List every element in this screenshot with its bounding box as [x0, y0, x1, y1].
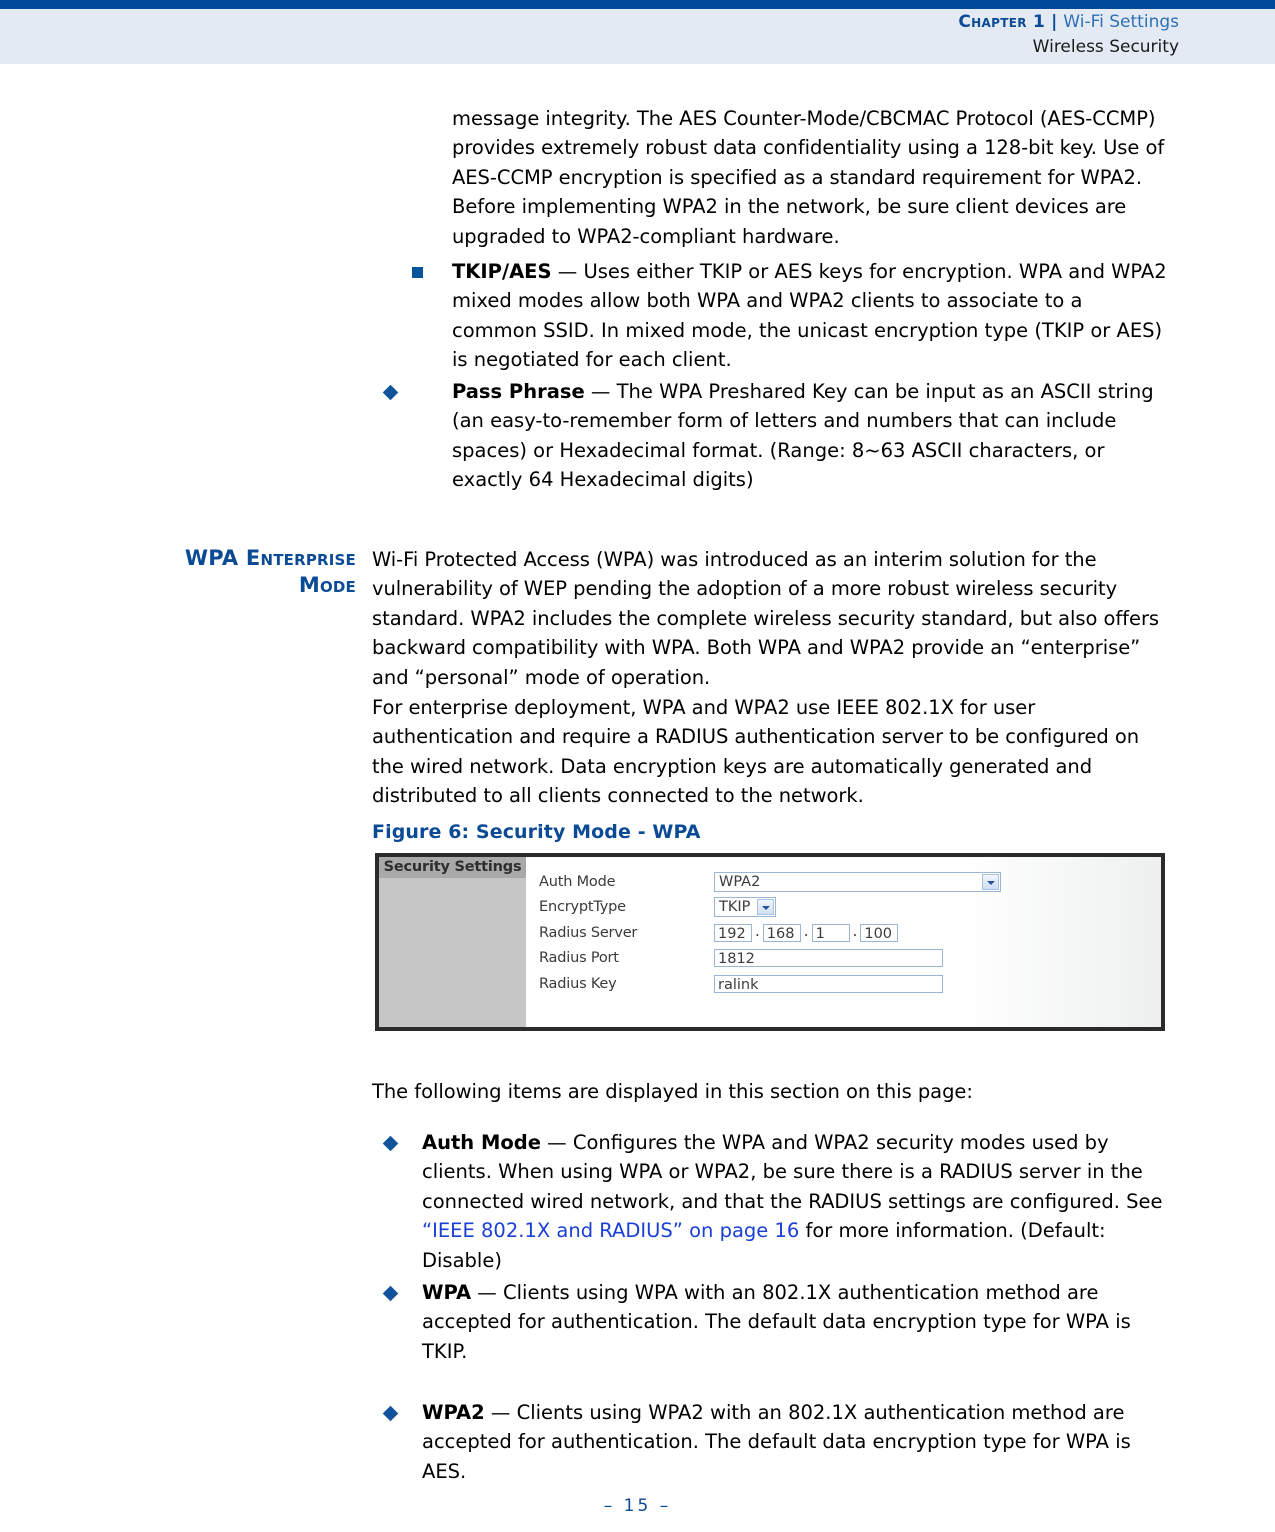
side-heading-wpa-enterprise-mode: WPA Enterprise Mode	[100, 545, 356, 599]
cross-reference-link-ieee-8021x-radius[interactable]: “IEEE 802.1X and RADIUS” on page 16	[422, 1219, 799, 1242]
diamond-bullet-icon	[382, 1405, 399, 1422]
page-number: – 15 –	[603, 1496, 672, 1516]
control-radius-port[interactable]: 1812	[714, 949, 943, 968]
radius-server-ip-group[interactable]: 192 . 168 . 1 . 100	[714, 922, 899, 943]
form-row-radius-server: Radius Server 192 . 168 . 1 . 100	[539, 920, 1159, 946]
auth-mode-select[interactable]: WPA2	[714, 871, 1001, 892]
list-item-tkip-aes: TKIP/AES — Uses either TKIP or AES keys …	[412, 257, 1170, 375]
form-row-radius-key: Radius Key ralink	[539, 971, 1159, 997]
page-footer: – 15 –	[0, 1496, 1275, 1516]
encrypt-type-select[interactable]: TKIP	[714, 897, 776, 918]
chevron-down-icon[interactable]	[757, 899, 774, 916]
list-item-pass-phrase: Pass Phrase — The WPA Preshared Key can …	[382, 377, 1170, 495]
figure-sidebar: Security Settings	[379, 857, 526, 1027]
encrypt-type-value: TKIP	[719, 899, 751, 916]
square-bullet-icon	[412, 267, 423, 278]
term-wpa: WPA	[422, 1281, 472, 1304]
radius-server-octet-3[interactable]: 1	[811, 923, 850, 942]
chevron-down-icon[interactable]	[982, 873, 999, 890]
running-header: Chapter 1 | Wi-Fi Settings Wireless Securi…	[958, 10, 1179, 59]
ip-separator-1: .	[755, 922, 760, 941]
diamond-bullet-icon	[382, 384, 399, 401]
diamond-bullet-icon	[382, 1285, 399, 1302]
term-wpa2: WPA2	[422, 1401, 485, 1424]
header-doc-title: Wi-Fi Settings	[1063, 12, 1179, 32]
header-separator: |	[1051, 12, 1058, 32]
diamond-bullet-icon	[382, 1135, 399, 1152]
list-item-wpa: WPA — Clients using WPA with an 802.1X a…	[382, 1278, 1170, 1366]
auth-mode-value: WPA2	[719, 873, 761, 890]
header-top-rule	[0, 0, 1275, 9]
radius-port-input[interactable]: 1812	[714, 949, 943, 968]
list-item-auth-mode-text: Auth Mode — Configures the WPA and WPA2 …	[422, 1128, 1170, 1275]
form-row-encrypt-type: EncryptType TKIP	[539, 895, 1159, 921]
following-items-intro: The following items are displayed in thi…	[372, 1080, 973, 1103]
label-radius-server: Radius Server	[539, 924, 638, 941]
label-radius-key: Radius Key	[539, 975, 617, 992]
enterprise-deployment-paragraph: For enterprise deployment, WPA and WPA2 …	[372, 696, 1140, 808]
wpa-intro-paragraph: Wi-Fi Protected Access (WPA) was introdu…	[372, 548, 1160, 689]
term-pass-phrase: Pass Phrase	[452, 380, 585, 403]
body-wpa2: Clients using WPA2 with an 802.1X authen…	[422, 1401, 1131, 1483]
side-heading-line-1: WPA Enterprise	[184, 546, 356, 570]
label-radius-port: Radius Port	[539, 950, 619, 967]
figure-caption: Figure 6: Security Mode - WPA	[372, 821, 701, 843]
body-wpa: Clients using WPA with an 802.1X authent…	[422, 1281, 1131, 1363]
radius-server-octet-2[interactable]: 168	[762, 923, 801, 942]
dash-wpa: —	[471, 1281, 504, 1304]
radius-server-octet-4[interactable]: 100	[860, 923, 899, 942]
label-encrypt-type: EncryptType	[539, 899, 626, 916]
control-auth-mode[interactable]: WPA2	[714, 871, 1001, 892]
list-item-wpa2-text: WPA2 — Clients using WPA2 with an 802.1X…	[422, 1398, 1170, 1486]
side-heading-line-2: Mode	[298, 573, 356, 597]
dash-wpa2: —	[484, 1401, 517, 1424]
wpa-intro-block: Wi-Fi Protected Access (WPA) was introdu…	[372, 545, 1170, 692]
following-items-block: The following items are displayed in thi…	[372, 1077, 1170, 1106]
form-row-radius-port: Radius Port 1812	[539, 946, 1159, 972]
continued-paragraph-block: message integrity. The AES Counter-Mode/…	[452, 104, 1170, 251]
form-row-auth-mode: Auth Mode WPA2	[539, 869, 1159, 895]
radius-server-octet-1[interactable]: 192	[714, 923, 752, 942]
figure-security-mode-wpa: Security Settings Auth Mode WPA2 Encrypt…	[375, 853, 1165, 1031]
radius-key-input[interactable]: ralink	[714, 974, 943, 993]
dash-pass-phrase: —	[584, 380, 617, 403]
list-item-pass-phrase-text: Pass Phrase — The WPA Preshared Key can …	[452, 377, 1170, 495]
continued-paragraph: message integrity. The AES Counter-Mode/…	[452, 107, 1165, 248]
dash-auth-mode: —	[540, 1131, 573, 1154]
label-auth-mode: Auth Mode	[539, 873, 616, 890]
list-item-wpa2: WPA2 — Clients using WPA2 with an 802.1X…	[382, 1398, 1170, 1486]
list-item-tkip-aes-text: TKIP/AES — Uses either TKIP or AES keys …	[452, 257, 1170, 375]
header-chapter-label: Chapter 1	[958, 12, 1046, 32]
list-item-auth-mode: Auth Mode — Configures the WPA and WPA2 …	[382, 1128, 1170, 1275]
security-settings-form: Auth Mode WPA2 EncryptType TKIP Radius S…	[539, 869, 1159, 997]
term-tkip-aes: TKIP/AES	[452, 260, 552, 283]
list-item-wpa-text: WPA — Clients using WPA with an 802.1X a…	[422, 1278, 1170, 1366]
header-section-title: Wireless Security	[1032, 37, 1179, 58]
ip-separator-2: .	[803, 922, 809, 941]
control-encrypt-type[interactable]: TKIP	[714, 897, 776, 918]
dash-tkip-aes: —	[551, 260, 584, 283]
enterprise-deployment-block: For enterprise deployment, WPA and WPA2 …	[372, 693, 1170, 811]
ip-separator-3: .	[852, 922, 858, 941]
term-auth-mode: Auth Mode	[422, 1131, 541, 1154]
control-radius-key[interactable]: ralink	[714, 974, 943, 993]
figure-sidebar-title: Security Settings	[379, 857, 526, 878]
